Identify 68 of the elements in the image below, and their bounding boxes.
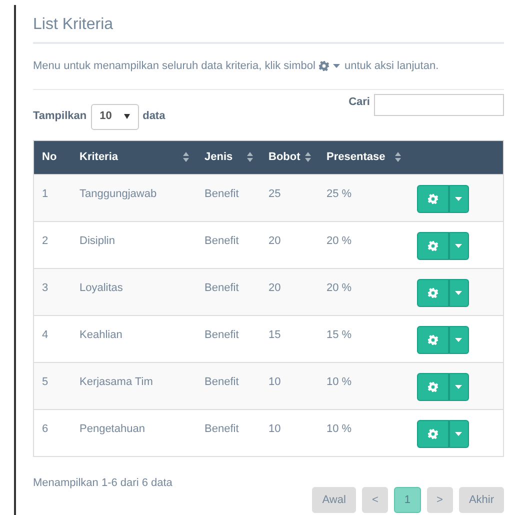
table-cell: Benefit bbox=[204, 376, 239, 388]
caret-icon bbox=[455, 338, 462, 342]
dropdown-toggle-button[interactable] bbox=[448, 184, 468, 213]
search-field[interactable] bbox=[374, 94, 504, 116]
table-cell: Benefit bbox=[204, 422, 239, 435]
table-cell: 20 % bbox=[326, 282, 352, 294]
table-info: Menampilkan 1-6 dari 6 data bbox=[33, 476, 172, 491]
table-cell: Benefit bbox=[204, 328, 239, 341]
table-cell: 10 bbox=[268, 376, 281, 388]
table-cell: Disiplin bbox=[80, 234, 115, 247]
table-cell: 3 bbox=[42, 282, 48, 294]
gear-icon bbox=[428, 194, 438, 204]
gear-icon bbox=[428, 382, 438, 392]
settings-button[interactable] bbox=[416, 326, 448, 354]
table-cell: 5 bbox=[42, 376, 48, 388]
dropdown-toggle-button[interactable] bbox=[448, 232, 468, 260]
table-cell: 2 bbox=[42, 234, 48, 247]
table-cell: Keahlian bbox=[80, 328, 122, 341]
table-cell: 15 bbox=[268, 328, 281, 341]
table-cell: 25 % bbox=[326, 188, 352, 200]
panel-title: List Kriteria bbox=[33, 15, 504, 44]
table-cell: 25 bbox=[268, 188, 281, 200]
table-cell: 10 % bbox=[326, 376, 352, 388]
table-cell: 20 % bbox=[326, 234, 352, 247]
description-text: untuk aksi lanjutan. bbox=[344, 59, 439, 74]
length-label: Tampilkan bbox=[33, 109, 87, 124]
table-cell: Tanggungjawab bbox=[80, 188, 157, 200]
caret-icon bbox=[455, 384, 462, 389]
description-text: Menu untuk menampilkan seluruh data kriteria, klik simbol bbox=[33, 59, 316, 74]
caret-icon bbox=[333, 64, 340, 68]
column-header[interactable]: Kriteria bbox=[80, 148, 118, 166]
settings-button[interactable] bbox=[416, 420, 448, 448]
table-cell: Benefit bbox=[204, 234, 239, 247]
settings-button[interactable] bbox=[416, 184, 448, 213]
dropdown-toggle-button[interactable] bbox=[448, 420, 468, 448]
table-cell: Kerjasama Tim bbox=[80, 376, 153, 388]
settings-button[interactable] bbox=[416, 278, 448, 307]
table-cell: Benefit bbox=[204, 188, 239, 200]
length-label: data bbox=[142, 109, 166, 124]
caret-icon bbox=[455, 196, 462, 201]
gear-icon bbox=[428, 334, 438, 345]
table-cell: 20 bbox=[268, 282, 281, 294]
table-cell: 4 bbox=[42, 328, 48, 341]
table-cell: Loyalitas bbox=[80, 282, 123, 294]
dropdown-toggle-button[interactable] bbox=[448, 278, 468, 307]
caret-icon bbox=[455, 244, 462, 248]
caret-icon bbox=[124, 114, 130, 120]
dropdown-toggle-button[interactable] bbox=[448, 326, 468, 354]
table-cell: 15 % bbox=[326, 328, 352, 341]
table-cell: 10 % bbox=[326, 422, 352, 435]
table-cell: Benefit bbox=[204, 282, 239, 294]
table-cell: 1 bbox=[42, 188, 48, 200]
table-cell: 6 bbox=[42, 422, 48, 435]
page-length-select[interactable]: 10 bbox=[90, 104, 139, 130]
caret-icon bbox=[455, 290, 462, 295]
search-label: Cari bbox=[348, 94, 370, 110]
settings-button[interactable] bbox=[416, 232, 448, 260]
dropdown-toggle-button[interactable] bbox=[448, 372, 468, 401]
table-cell: 20 bbox=[268, 234, 281, 247]
table-cell: 10 bbox=[268, 422, 281, 435]
table-cell: Pengetahuan bbox=[80, 422, 145, 435]
gear-icon bbox=[428, 240, 438, 251]
gear-icon bbox=[428, 428, 438, 439]
column-header[interactable]: No bbox=[42, 148, 57, 166]
gear-icon bbox=[428, 288, 438, 298]
gear-icon bbox=[319, 61, 330, 72]
settings-button[interactable] bbox=[416, 372, 448, 401]
caret-icon bbox=[455, 432, 462, 436]
